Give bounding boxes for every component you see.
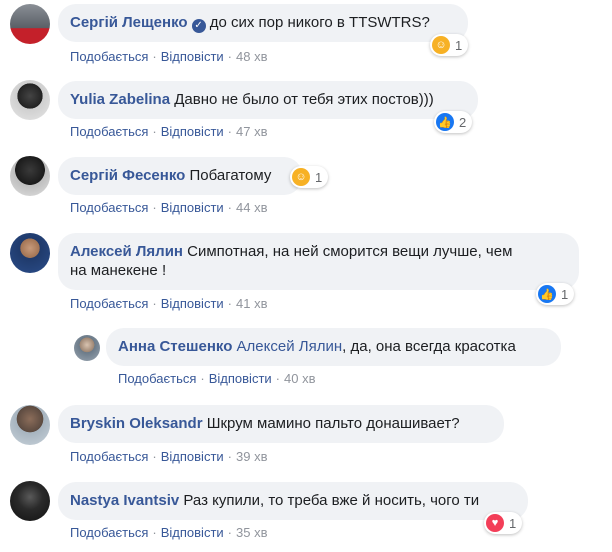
comment-text: на манекене !	[70, 262, 167, 279]
comment-bubble: Алексей Лялин Симпотная, на ней сморится…	[58, 233, 579, 290]
avatar[interactable]	[10, 80, 50, 120]
comment-bubble: Bryskin Oleksandr Шкрум мамино пальто до…	[58, 405, 504, 443]
timestamp[interactable]: 40 хв	[284, 371, 315, 386]
comment-author[interactable]: Сергій Фесенко	[70, 167, 185, 184]
reaction-summary[interactable]: 👍 1	[536, 283, 575, 305]
timestamp[interactable]: 35 хв	[236, 525, 267, 540]
reply-link[interactable]: Відповісти	[161, 49, 224, 64]
comment-text: Шкрум мамино пальто донашивает?	[206, 415, 460, 432]
avatar[interactable]	[10, 405, 50, 445]
comment-author[interactable]: Алексей Лялин	[70, 243, 183, 260]
like-link[interactable]: Подобається	[70, 200, 148, 215]
reply-bubble: Анна Стешенко Алексей Лялин, да, она все…	[106, 328, 561, 366]
reply-link[interactable]: Відповісти	[161, 296, 224, 311]
like-link[interactable]: Подобається	[70, 525, 148, 540]
like-link[interactable]: Подобається	[70, 124, 148, 139]
reaction-summary[interactable]: 👍 2	[434, 111, 473, 133]
comment-text: Побагатому	[189, 167, 272, 184]
like-reaction-icon: 👍	[436, 113, 454, 131]
comment-bubble: Сергій Фесенко Побагатому	[58, 157, 302, 195]
reply-link[interactable]: Відповісти	[161, 200, 224, 215]
comment-actions: Подобається · Відповісти · 39 хв	[70, 449, 268, 464]
comment-author[interactable]: Сергій Лещенко	[70, 14, 188, 31]
haha-reaction-icon: ☺	[432, 36, 450, 54]
like-reaction-icon: 👍	[538, 285, 556, 303]
love-reaction-icon: ♥	[486, 514, 504, 532]
timestamp[interactable]: 47 хв	[236, 124, 267, 139]
comment-actions: Подобається · Відповісти · 48 хв	[70, 49, 268, 64]
avatar[interactable]	[10, 233, 50, 273]
reply-link[interactable]: Відповісти	[161, 525, 224, 540]
comment-actions: Подобається · Відповісти · 47 хв	[70, 124, 268, 139]
reaction-summary[interactable]: ☺ 1	[290, 166, 329, 188]
reaction-count: 1	[509, 515, 517, 531]
reaction-count: 1	[455, 37, 463, 53]
comment-text: Раз купили, то треба вже й носить, чого …	[183, 492, 480, 509]
comment-actions: Подобається · Відповісти · 35 хв	[70, 525, 268, 540]
timestamp[interactable]: 48 хв	[236, 49, 267, 64]
timestamp[interactable]: 39 хв	[236, 449, 267, 464]
reaction-summary[interactable]: ♥ 1	[484, 512, 523, 534]
like-link[interactable]: Подобається	[70, 49, 148, 64]
timestamp[interactable]: 44 хв	[236, 200, 267, 215]
avatar[interactable]	[10, 481, 50, 521]
verified-badge-icon: ✓	[191, 19, 206, 33]
avatar[interactable]	[74, 335, 100, 361]
comment-text: Давно не было от тебя этих постов)))	[174, 91, 434, 108]
comment-actions: Подобається · Відповісти · 41 хв	[70, 296, 268, 311]
reaction-summary[interactable]: ☺ 1	[430, 34, 469, 56]
reply-link[interactable]: Відповісти	[209, 371, 272, 386]
comment-author[interactable]: Yulia Zabelina	[70, 91, 170, 108]
comment-bubble: Nastya Ivantsiv Раз купили, то треба вже…	[58, 482, 528, 520]
reply-link[interactable]: Відповісти	[161, 449, 224, 464]
avatar[interactable]	[10, 156, 50, 196]
comment-bubble: Yulia Zabelina Давно не было от тебя эти…	[58, 81, 478, 119]
haha-reaction-icon: ☺	[292, 168, 310, 186]
comment-text: , да, она всегда красотка	[342, 338, 516, 355]
like-link[interactable]: Подобається	[70, 449, 148, 464]
comment-text: до сих пор никого в TTSWTRS?	[209, 14, 430, 31]
reaction-count: 1	[561, 286, 569, 302]
comment-text: Симпотная, на ней сморится вещи лучше, ч…	[187, 243, 513, 260]
comment-author[interactable]: Nastya Ivantsiv	[70, 492, 179, 509]
comment-actions: Подобається · Відповісти · 40 хв	[118, 371, 316, 386]
comment-bubble: Сергій Лещенко ✓ до сих пор никого в TTSW…	[58, 4, 468, 42]
reaction-count: 2	[459, 114, 467, 130]
comment-author[interactable]: Анна Стешенко	[118, 338, 232, 355]
like-link[interactable]: Подобається	[118, 371, 196, 386]
timestamp[interactable]: 41 хв	[236, 296, 267, 311]
comment-author[interactable]: Bryskin Oleksandr	[70, 415, 203, 432]
reaction-count: 1	[315, 169, 323, 185]
comment-actions: Подобається · Відповісти · 44 хв	[70, 200, 268, 215]
reply-link[interactable]: Відповісти	[161, 124, 224, 139]
avatar[interactable]	[10, 4, 50, 44]
like-link[interactable]: Подобається	[70, 296, 148, 311]
mentioned-user-link[interactable]: Алексей Лялин	[237, 338, 343, 355]
